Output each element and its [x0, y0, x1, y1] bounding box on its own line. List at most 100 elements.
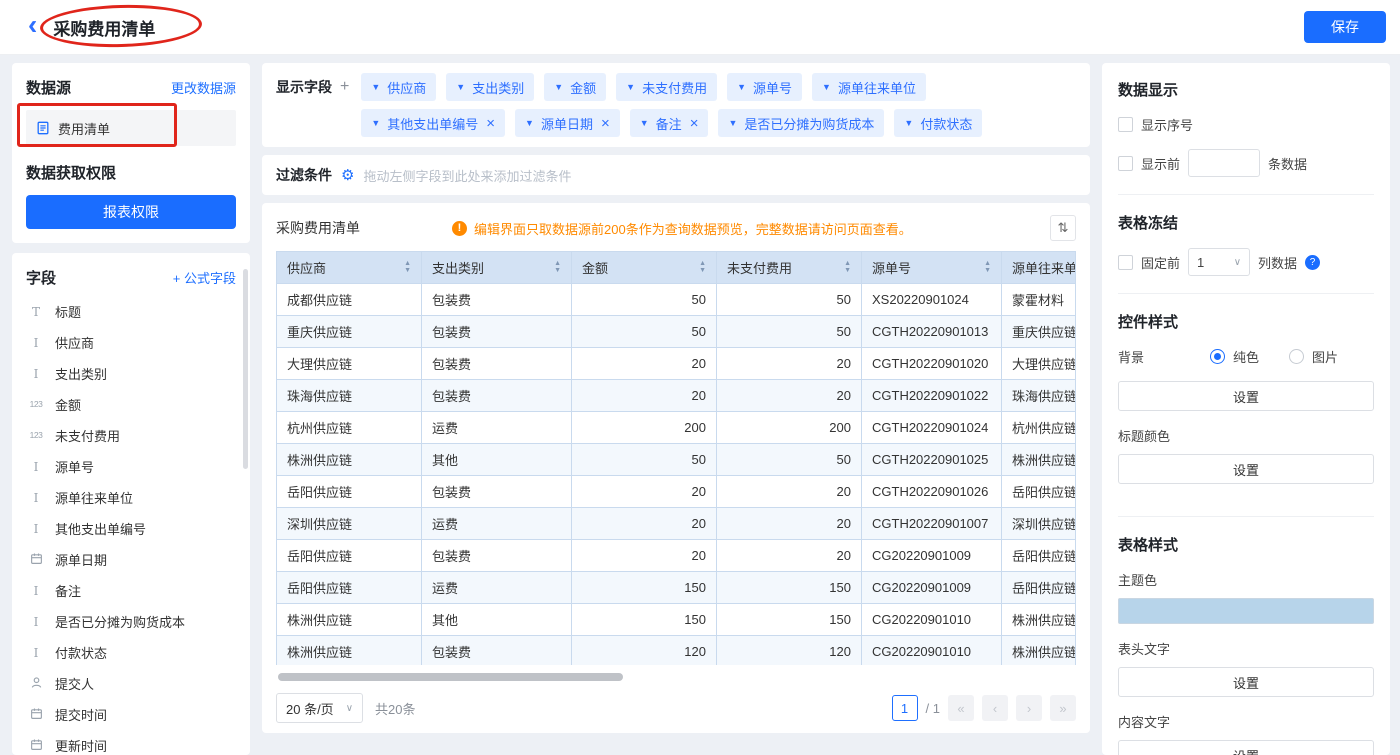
table-row[interactable]: 岳阳供应链运费150150CG20220901009岳阳供应链	[277, 572, 1076, 604]
table-cell: 20	[572, 380, 717, 412]
column-header-3[interactable]: 未支付费用▲▼	[717, 252, 862, 284]
field-item[interactable]: I是否已分摊为购货成本	[26, 606, 236, 637]
field-item[interactable]: I支出类别	[26, 358, 236, 389]
table-row[interactable]: 株洲供应链包装费120120CG20220901010株洲供应链	[277, 636, 1076, 666]
next-page-button[interactable]: ›	[1016, 695, 1042, 721]
current-page[interactable]: 1	[892, 695, 918, 721]
display-field-chip[interactable]: ▼未支付费用	[616, 73, 717, 101]
table-row[interactable]: 珠海供应链包装费2020CGTH20220901022珠海供应链	[277, 380, 1076, 412]
solid-color-radio[interactable]	[1210, 349, 1225, 364]
display-field-chip[interactable]: ▼是否已分摊为购货成本	[718, 109, 884, 137]
display-field-chip[interactable]: ▼备注×	[630, 109, 709, 137]
page-size-select[interactable]: 20 条/页 ∨	[276, 693, 363, 723]
field-item[interactable]: I备注	[26, 575, 236, 606]
column-sort-icon[interactable]: ▲▼	[404, 261, 411, 274]
column-sort-icon[interactable]: ▲▼	[984, 261, 991, 274]
freeze-columns-checkbox[interactable]	[1118, 255, 1133, 270]
show-first-checkbox[interactable]	[1118, 156, 1133, 171]
chevron-down-icon[interactable]: ▼	[904, 119, 913, 128]
freeze-count-select[interactable]: 1 ∨	[1188, 248, 1250, 276]
report-permission-button[interactable]: 报表权限	[26, 195, 236, 229]
chevron-down-icon[interactable]: ▼	[456, 83, 465, 92]
chevron-down-icon[interactable]: ▼	[525, 119, 534, 128]
field-item[interactable]: I源单号	[26, 451, 236, 482]
table-row[interactable]: 株洲供应链其他5050CGTH20220901025株洲供应链	[277, 444, 1076, 476]
chevron-down-icon[interactable]: ▼	[737, 83, 746, 92]
table-row[interactable]: 深圳供应链运费2020CGTH20220901007深圳供应链	[277, 508, 1076, 540]
chevron-down-icon[interactable]: ▼	[822, 83, 831, 92]
field-item[interactable]: I供应商	[26, 327, 236, 358]
theme-color-swatch[interactable]	[1118, 598, 1374, 624]
content-text-setting-button[interactable]: 设置	[1118, 740, 1374, 755]
close-icon[interactable]: ×	[601, 116, 610, 131]
add-display-field-button[interactable]: +	[340, 78, 349, 96]
column-sort-icon[interactable]: ▲▼	[844, 261, 851, 274]
column-header-2[interactable]: 金额▲▼	[572, 252, 717, 284]
show-index-checkbox[interactable]	[1118, 117, 1133, 132]
back-button[interactable]: ‹	[28, 11, 37, 39]
text-field-icon: I	[26, 616, 46, 628]
close-icon[interactable]: ×	[690, 116, 699, 131]
display-field-chip[interactable]: ▼供应商	[361, 73, 436, 101]
table-row[interactable]: 成都供应链包装费5050XS20220901024蒙霍材料	[277, 284, 1076, 316]
close-icon[interactable]: ×	[486, 116, 495, 131]
display-field-chip[interactable]: ▼金额	[544, 73, 606, 101]
prev-page-button[interactable]: ‹	[982, 695, 1008, 721]
display-field-chip[interactable]: ▼源单日期×	[515, 109, 620, 137]
chevron-down-icon[interactable]: ▼	[626, 83, 635, 92]
table-sort-tool-button[interactable]: ⇅	[1050, 215, 1076, 241]
table-row[interactable]: 株洲供应链其他150150CG20220901010株洲供应链	[277, 604, 1076, 636]
chevron-down-icon[interactable]: ▼	[554, 83, 563, 92]
scrollbar-thumb[interactable]	[278, 673, 623, 681]
display-field-chip[interactable]: ▼其他支出单编号×	[361, 109, 505, 137]
table-row[interactable]: 杭州供应链运费200200CGTH20220901024杭州供应链	[277, 412, 1076, 444]
table-row[interactable]: 岳阳供应链包装费2020CGTH20220901026岳阳供应链	[277, 476, 1076, 508]
table-row[interactable]: 大理供应链包装费2020CGTH20220901020大理供应链	[277, 348, 1076, 380]
display-field-chip[interactable]: ▼付款状态	[894, 109, 982, 137]
change-datasource-link[interactable]: 更改数据源	[171, 78, 236, 97]
help-icon[interactable]: ?	[1305, 255, 1320, 270]
table-cell: 岳阳供应链	[277, 540, 422, 572]
chevron-down-icon[interactable]: ▼	[371, 119, 380, 128]
header-text-setting-button[interactable]: 设置	[1118, 667, 1374, 697]
show-first-count-input[interactable]	[1188, 149, 1260, 177]
column-sort-icon[interactable]: ▲▼	[699, 261, 706, 274]
column-header-5[interactable]: 源单往来单位▲▼	[1002, 252, 1076, 284]
table-title: 采购费用清单	[276, 218, 360, 238]
horizontal-scrollbar[interactable]	[278, 673, 1074, 681]
title-color-setting-button[interactable]: 设置	[1118, 454, 1374, 484]
image-radio[interactable]	[1289, 349, 1304, 364]
field-item[interactable]: I源单往来单位	[26, 482, 236, 513]
first-page-button[interactable]: «	[948, 695, 974, 721]
datasource-item-label: 费用清单	[58, 119, 110, 138]
display-field-chip[interactable]: ▼源单往来单位	[812, 73, 926, 101]
column-header-4[interactable]: 源单号▲▼	[862, 252, 1002, 284]
table-row[interactable]: 岳阳供应链包装费2020CG20220901009岳阳供应链	[277, 540, 1076, 572]
chevron-down-icon[interactable]: ▼	[371, 83, 380, 92]
field-item[interactable]: 123未支付费用	[26, 420, 236, 451]
add-formula-field-link[interactable]: + 公式字段	[173, 268, 236, 287]
field-item[interactable]: 123金额	[26, 389, 236, 420]
datasource-item[interactable]: 费用清单	[26, 110, 236, 146]
background-setting-button[interactable]: 设置	[1118, 381, 1374, 411]
field-item[interactable]: T标题	[26, 296, 236, 327]
table-row[interactable]: 重庆供应链包装费5050CGTH20220901013重庆供应链	[277, 316, 1076, 348]
table-cell: 杭州供应链	[1002, 412, 1076, 444]
display-field-chip[interactable]: ▼支出类别	[446, 73, 534, 101]
gear-icon[interactable]: ⚙	[341, 166, 354, 184]
column-header-1[interactable]: 支出类别▲▼	[422, 252, 572, 284]
column-sort-icon[interactable]: ▲▼	[554, 261, 561, 274]
chevron-down-icon[interactable]: ▼	[728, 119, 737, 128]
display-field-chip[interactable]: ▼源单号	[727, 73, 802, 101]
fields-scrollbar[interactable]	[243, 269, 248, 469]
field-item[interactable]: 提交时间	[26, 699, 236, 730]
field-item[interactable]: 提交人	[26, 668, 236, 699]
column-header-0[interactable]: 供应商▲▼	[277, 252, 422, 284]
save-button[interactable]: 保存	[1304, 11, 1386, 43]
field-item[interactable]: 源单日期	[26, 544, 236, 575]
field-item[interactable]: I其他支出单编号	[26, 513, 236, 544]
field-item[interactable]: 更新时间	[26, 730, 236, 755]
field-item[interactable]: I付款状态	[26, 637, 236, 668]
chevron-down-icon[interactable]: ▼	[640, 119, 649, 128]
last-page-button[interactable]: »	[1050, 695, 1076, 721]
